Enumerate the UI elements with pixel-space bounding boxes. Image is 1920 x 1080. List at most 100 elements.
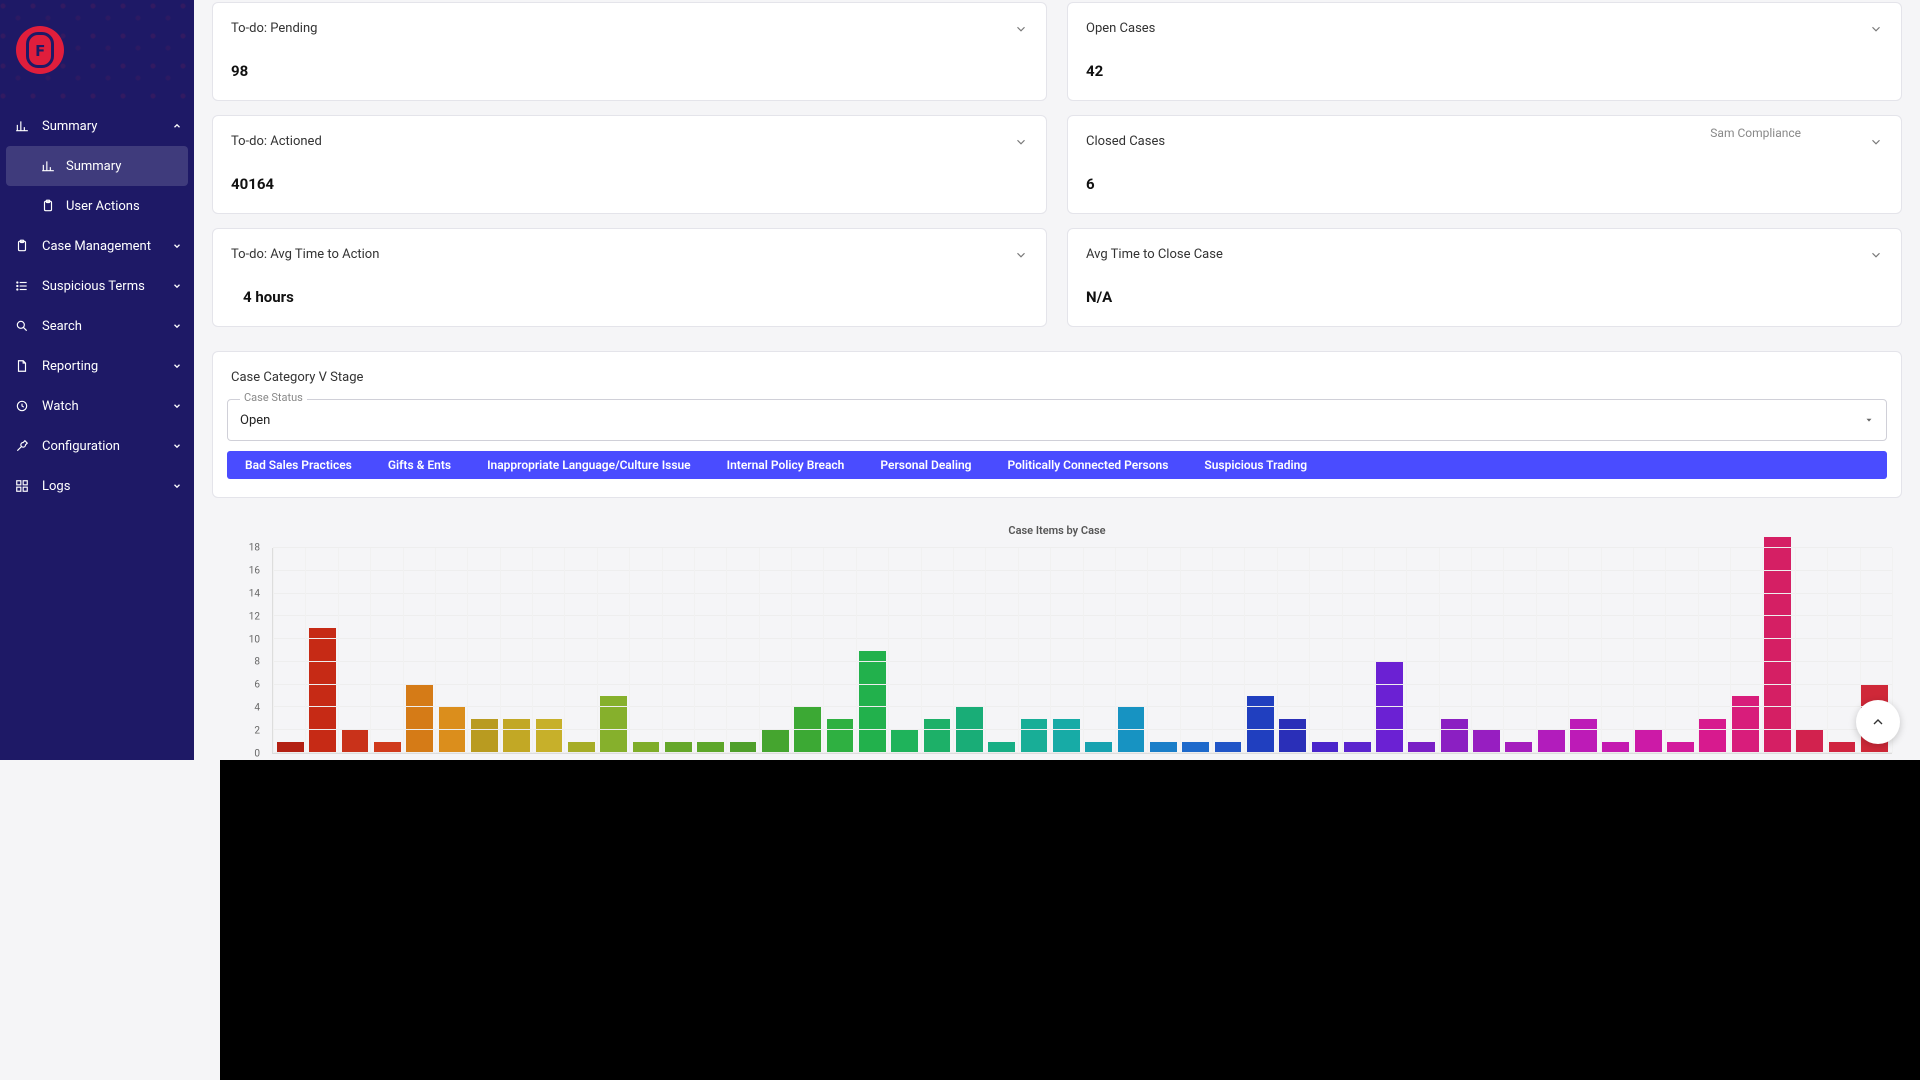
chart-bar[interactable]	[1441, 719, 1468, 753]
tab-suspicious-trading[interactable]: Suspicious Trading	[1186, 458, 1325, 472]
card-open-cases[interactable]: Open Cases 42	[1067, 2, 1902, 101]
tab-personal-dealing[interactable]: Personal Dealing	[862, 458, 989, 472]
y-tick: 2	[254, 726, 260, 737]
nav-watch-label: Watch	[42, 399, 172, 414]
card-value: 42	[1086, 62, 1883, 80]
chart-bar[interactable]	[1699, 719, 1726, 753]
tab-bad-sales-practices[interactable]: Bad Sales Practices	[227, 458, 370, 472]
chevron-up-icon	[1870, 714, 1886, 730]
chevron-down-icon[interactable]	[1014, 135, 1028, 149]
chart-bar[interactable]	[342, 730, 369, 753]
nav-summary-label: Summary	[42, 119, 172, 134]
nav-search-label: Search	[42, 319, 172, 334]
chevron-down-icon[interactable]	[1869, 22, 1883, 36]
chart-bar[interactable]	[1538, 730, 1565, 753]
chart-bar[interactable]	[1635, 730, 1662, 753]
tab-internal-policy-breach[interactable]: Internal Policy Breach	[709, 458, 863, 472]
bar-chart-icon	[14, 118, 30, 134]
panel-case-category: Case Category V Stage Case Status Open B…	[212, 351, 1902, 498]
case-status-select[interactable]: Case Status Open	[227, 399, 1887, 441]
card-value: 98	[231, 62, 1028, 80]
card-closed-cases[interactable]: Closed Cases Sam Compliance 6	[1067, 115, 1902, 214]
chart-bar[interactable]	[503, 719, 530, 753]
select-label: Case Status	[240, 391, 307, 404]
nav-watch[interactable]: Watch	[0, 386, 194, 426]
tab-politically-connected-persons[interactable]: Politically Connected Persons	[989, 458, 1186, 472]
nav-reporting[interactable]: Reporting	[0, 346, 194, 386]
card-title: To-do: Avg Time to Action	[231, 247, 379, 262]
nav-case-management[interactable]: Case Management	[0, 226, 194, 266]
tab-gifts-ents[interactable]: Gifts & Ents	[370, 458, 469, 472]
chevron-down-icon	[172, 361, 182, 371]
dropdown-icon	[1864, 415, 1874, 425]
nav-logs[interactable]: Logs	[0, 466, 194, 506]
y-tick: 8	[254, 657, 260, 668]
chevron-down-icon[interactable]	[1014, 22, 1028, 36]
chevron-down-icon	[172, 281, 182, 291]
nav-configuration[interactable]: Configuration	[0, 426, 194, 466]
chart-bar[interactable]	[1279, 719, 1306, 753]
panel-title: Case Category V Stage	[227, 366, 1887, 399]
chart-bar[interactable]	[1796, 730, 1823, 753]
nav-suspicious-terms[interactable]: Suspicious Terms	[0, 266, 194, 306]
sidebar-nav: Summary Summary User Actions Case Manage…	[0, 100, 194, 506]
chart-bar[interactable]	[1053, 719, 1080, 753]
chevron-down-icon	[172, 441, 182, 451]
nav-summary-summary-label: Summary	[66, 159, 121, 174]
chart-bar[interactable]	[536, 719, 563, 753]
chart-plot-area	[272, 548, 1892, 754]
card-title: Avg Time to Close Case	[1086, 247, 1223, 262]
chart-bar[interactable]	[600, 696, 627, 753]
nav-summary-summary[interactable]: Summary	[6, 146, 188, 186]
chart-bar[interactable]	[827, 719, 854, 753]
card-todo-pending[interactable]: To-do: Pending 98	[212, 2, 1047, 101]
chevron-down-icon[interactable]	[1014, 248, 1028, 262]
chart-y-ticks: 024681012141618	[212, 548, 268, 754]
nav-search[interactable]: Search	[0, 306, 194, 346]
chevron-down-icon	[172, 321, 182, 331]
chart-bar[interactable]	[471, 719, 498, 753]
chevron-down-icon	[172, 401, 182, 411]
y-tick: 10	[249, 634, 260, 645]
clipboard-icon	[14, 238, 30, 254]
chart-case-items: Case Items by Case 024681012141618	[212, 520, 1902, 760]
nav-configuration-label: Configuration	[42, 439, 172, 454]
y-tick: 12	[249, 611, 260, 622]
card-value: N/A	[1086, 288, 1883, 306]
chart-bar[interactable]	[309, 628, 336, 753]
chart-bar[interactable]	[1247, 696, 1274, 753]
chart-bar[interactable]	[924, 719, 951, 753]
tab-inappropriate-language-culture-issue[interactable]: Inappropriate Language/Culture Issue	[469, 458, 709, 472]
chart-bar[interactable]	[1570, 719, 1597, 753]
chart-bar[interactable]	[762, 730, 789, 753]
nav-summary[interactable]: Summary	[0, 106, 194, 146]
card-avg-time-close[interactable]: Avg Time to Close Case N/A	[1067, 228, 1902, 327]
card-value: 4 hours	[243, 288, 1028, 306]
chart-bar[interactable]	[1473, 730, 1500, 753]
card-title: To-do: Pending	[231, 21, 317, 36]
chart-bar[interactable]	[406, 685, 433, 753]
nav-summary-user-actions[interactable]: User Actions	[6, 186, 188, 226]
card-title: To-do: Actioned	[231, 134, 322, 149]
chart-bar[interactable]	[891, 730, 918, 753]
search-icon	[14, 318, 30, 334]
y-tick: 16	[249, 565, 260, 576]
card-title: Open Cases	[1086, 21, 1155, 36]
chevron-down-icon	[172, 241, 182, 251]
sidebar: F Summary Summary User Actions Case Mana…	[0, 0, 194, 760]
card-avg-time-action[interactable]: To-do: Avg Time to Action 4 hours	[212, 228, 1047, 327]
logo-letter: F	[26, 32, 54, 68]
y-tick: 14	[249, 588, 260, 599]
select-value: Open	[240, 413, 270, 428]
card-title: Closed Cases	[1086, 134, 1165, 149]
chart-bar[interactable]	[859, 651, 886, 754]
chart-bar[interactable]	[1732, 696, 1759, 753]
card-value: 40164	[231, 175, 1028, 193]
chart-bar[interactable]	[1021, 719, 1048, 753]
app-logo[interactable]: F	[16, 26, 64, 74]
scroll-to-top-button[interactable]	[1856, 700, 1900, 744]
chevron-down-icon[interactable]	[1869, 135, 1883, 149]
y-tick: 0	[254, 749, 260, 760]
chevron-down-icon[interactable]	[1869, 248, 1883, 262]
card-todo-actioned[interactable]: To-do: Actioned 40164	[212, 115, 1047, 214]
